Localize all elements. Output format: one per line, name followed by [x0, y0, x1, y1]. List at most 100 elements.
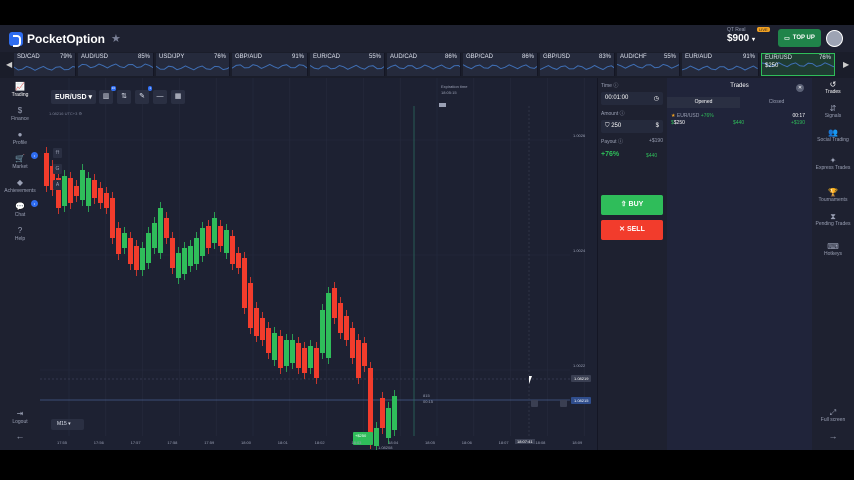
- trade-time: 00:17: [792, 113, 805, 119]
- ticker-left-arrow-icon[interactable]: ◀: [6, 60, 12, 69]
- ticker-item[interactable]: SD/CAD 79%: [14, 53, 76, 76]
- candle-body: [122, 233, 127, 248]
- mini-tool-1[interactable]: ⇈: [53, 148, 62, 158]
- candle-body: [380, 398, 385, 428]
- ticker-right-arrow-icon[interactable]: ▶: [843, 60, 849, 69]
- collapse-arrow-icon[interactable]: ←: [0, 431, 40, 441]
- nav-express-trades[interactable]: ✦ Express Trades: [812, 156, 854, 172]
- ticker-item[interactable]: AUD/CHF 55%: [617, 53, 680, 76]
- ticker-item[interactable]: GBP/USD 83%: [540, 53, 615, 76]
- timeframe-selector[interactable]: M15 ▾: [51, 419, 84, 430]
- nav-logout[interactable]: ⇥ Logout: [0, 409, 40, 425]
- ticker-item[interactable]: GBP/AUD 91%: [232, 53, 308, 76]
- tab-opened[interactable]: Opened: [667, 97, 740, 108]
- time-value: 00:01:00: [605, 95, 629, 101]
- ticker-amount: $250: [765, 63, 779, 69]
- nav-tournaments[interactable]: 🏆 Tournaments: [812, 188, 854, 204]
- nav-chat[interactable]: 💬 Chat •: [0, 200, 40, 218]
- candle-body: [332, 288, 337, 318]
- ticker-pair: AUD/CHF: [620, 54, 647, 60]
- candle-body: [320, 310, 325, 353]
- ticker-item[interactable]: AUD/CAD 86%: [387, 53, 461, 76]
- tab-closed[interactable]: Closed: [740, 97, 813, 108]
- ticker-pair: GBP/USD: [543, 54, 571, 60]
- chart-type-button[interactable]: ▥ 10: [99, 86, 116, 104]
- mini-tool-3[interactable]: A: [53, 180, 62, 190]
- ticker-item[interactable]: EUR/CAD 55%: [310, 53, 385, 76]
- candle-body: [152, 223, 157, 248]
- nav-trades[interactable]: ↺ Trades: [812, 81, 854, 96]
- account-selector[interactable]: QT Real $900 ▾: [727, 27, 755, 44]
- nav-trading[interactable]: 📈 Trading: [0, 82, 40, 98]
- sell-button[interactable]: ✕ SELL: [601, 220, 663, 240]
- candle-body: [200, 228, 205, 256]
- nav-help[interactable]: ? Help: [0, 226, 40, 242]
- nav-finance[interactable]: $ Finance: [0, 106, 40, 122]
- user-icon: ●: [17, 130, 23, 139]
- nav-label: Full screen: [820, 417, 846, 423]
- price-label: 1.0022: [573, 363, 586, 368]
- trophy-icon: 🏆: [828, 188, 838, 197]
- ticker-item[interactable]: USD/JPY 76%: [156, 53, 230, 76]
- candle-body: [164, 218, 169, 238]
- header: PocketOption ★ QT Real $900 ▾ LIVE ▭ TOP…: [0, 25, 854, 51]
- ticker-item[interactable]: EUR/USD 76% $250: [761, 53, 835, 76]
- brand-name: PocketOption: [27, 32, 106, 46]
- layout-grid-button[interactable]: ▦: [171, 90, 185, 104]
- trade-marker-icon[interactable]: [560, 400, 567, 407]
- nav-pending-trades[interactable]: ⧗ Pending Trades: [812, 213, 854, 228]
- nav-full-screen[interactable]: ⤢ Full screen: [812, 409, 854, 424]
- logout-icon: ⇥: [16, 409, 24, 418]
- time-input[interactable]: 00:01:00 ◷: [601, 92, 663, 105]
- avatar[interactable]: [826, 30, 843, 47]
- nav-achievements[interactable]: ◆ Achievements: [0, 178, 40, 194]
- ticker-item[interactable]: AUD/USD 85%: [78, 53, 154, 76]
- candle-body: [176, 253, 181, 278]
- trade-marker-icon[interactable]: [531, 400, 538, 407]
- candle-body: [356, 340, 361, 378]
- expand-arrow-icon[interactable]: →: [812, 432, 854, 441]
- nav-social-trading[interactable]: 👥 Social Trading: [812, 129, 854, 144]
- candle-body: [110, 198, 115, 238]
- candle-body: [272, 333, 277, 360]
- top-up-button[interactable]: ▭ TOP UP: [778, 29, 821, 47]
- nav-market[interactable]: 🛒 Market •: [0, 152, 40, 170]
- currency-icon: $: [655, 123, 659, 129]
- nav-hotkeys[interactable]: ⌨ Hotkeys: [812, 242, 854, 258]
- dollar-icon: $: [17, 106, 23, 115]
- asset-selector[interactable]: EUR/USD ▾: [51, 90, 96, 104]
- ticker-pair: GBP/AUD: [235, 54, 263, 60]
- ticker-pair: EUR/CAD: [313, 54, 341, 60]
- ticker-item[interactable]: EUR/AUD 91%: [682, 53, 759, 76]
- ticker-pair: EUR/AUD: [685, 54, 713, 60]
- drawing-button[interactable]: ✎ 1: [135, 86, 152, 104]
- nav-profile[interactable]: ● Profile: [0, 130, 40, 146]
- express-icon: ✦: [829, 156, 837, 165]
- expiration-flag-icon: [439, 103, 446, 107]
- star-icon: ★: [671, 113, 676, 119]
- trade-row[interactable]: ★ EUR/USD +76% 00:17 $$250 $440 +$190: [671, 113, 808, 127]
- amount-input[interactable]: ⛉ 250 $: [601, 120, 663, 133]
- keyboard-icon: ⌨: [827, 242, 839, 251]
- favorite-star-icon[interactable]: ★: [111, 32, 121, 45]
- buy-button[interactable]: ⇧ BUY: [601, 195, 663, 215]
- line-tool-button[interactable]: —: [153, 90, 167, 104]
- mini-tool-2[interactable]: G: [53, 164, 62, 174]
- tool-badge: 1: [148, 86, 152, 91]
- candle-body: [134, 246, 139, 270]
- right-sidebar: ↺ Trades ⇵ Signals 👥 Social Trading ✦ Expres…: [812, 78, 854, 450]
- candle-body: [212, 218, 217, 243]
- close-icon[interactable]: ✕: [796, 84, 804, 92]
- price-chart[interactable]: EUR/USD ▾ ▥ 10 ⇅ ✎ 1 — ▦ 1.08216 UTC+3 ⚙ ⇈…: [40, 78, 597, 450]
- payout-delta: +$190: [648, 138, 663, 144]
- nav-signals[interactable]: ⇵ Signals: [812, 105, 854, 120]
- candlestick-chart: [40, 78, 585, 450]
- help-icon: ?: [17, 226, 23, 235]
- wallet-icon: ▭: [784, 35, 790, 42]
- indicators-button[interactable]: ⇅: [117, 90, 131, 104]
- ticker-pair: AUD/CAD: [390, 54, 418, 60]
- top-up-label: TOP UP: [792, 35, 815, 41]
- brand-logo[interactable]: PocketOption: [9, 32, 106, 47]
- ticker-item[interactable]: GBP/CAD 86%: [463, 53, 538, 76]
- candle-body: [80, 170, 85, 200]
